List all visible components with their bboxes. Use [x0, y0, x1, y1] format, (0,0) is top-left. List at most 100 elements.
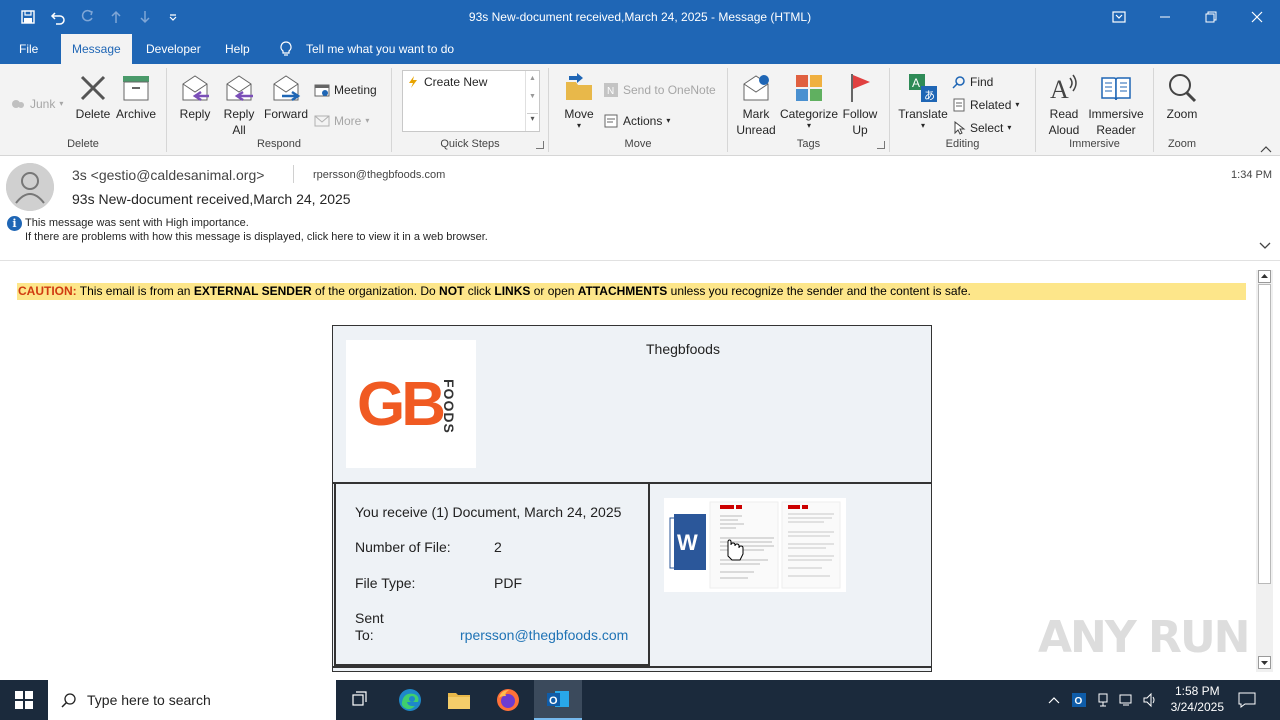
show-hidden-icons[interactable]: [1044, 690, 1064, 710]
delete-button[interactable]: Delete: [73, 72, 113, 122]
task-view-icon: [352, 691, 367, 706]
collapse-ribbon-icon[interactable]: [1260, 142, 1272, 156]
select-cursor-icon: [954, 121, 966, 135]
reply-all-label-1: Reply: [223, 107, 255, 121]
caution-text-5: unless you recognize the sender and the …: [667, 284, 971, 298]
edge-button[interactable]: [386, 680, 434, 720]
notifications-icon[interactable]: [1237, 690, 1257, 710]
file-explorer-button[interactable]: [435, 680, 483, 720]
junk-button[interactable]: Junk ▾: [10, 94, 63, 114]
reply-all-button[interactable]: Reply All: [220, 72, 258, 138]
translate-icon: Aあ: [907, 72, 939, 104]
caution-text-1: This email is from an: [76, 284, 194, 298]
document-preview-image[interactable]: W: [664, 498, 846, 592]
find-button[interactable]: Find: [952, 72, 993, 92]
mark-unread-button[interactable]: Mark Unread: [736, 72, 776, 138]
svg-text:あ: あ: [924, 89, 935, 102]
translate-button[interactable]: Aあ Translate ▾: [896, 72, 950, 130]
network-icon[interactable]: [1116, 690, 1136, 710]
meeting-icon: [314, 84, 330, 97]
archive-button[interactable]: Archive: [114, 72, 158, 122]
view-in-browser-notice[interactable]: If there are problems with how this mess…: [25, 231, 488, 243]
taskbar-search[interactable]: Type here to search: [48, 680, 336, 720]
create-new-quick-step[interactable]: Create New: [407, 75, 487, 89]
archive-label: Archive: [115, 107, 156, 121]
title-bar: 93s New-document received,March 24, 2025…: [0, 0, 1280, 34]
svg-text:A: A: [912, 76, 920, 90]
follow-up-label-2: Up: [852, 123, 868, 137]
delete-group: Junk ▾ Delete Archive Delete: [0, 68, 167, 152]
tab-developer[interactable]: Developer: [135, 34, 212, 64]
recipient[interactable]: rpersson@thegbfoods.com: [313, 169, 445, 181]
junk-icon: [12, 100, 24, 108]
message-scrollbar[interactable]: [1256, 270, 1273, 672]
forward-button[interactable]: Forward: [263, 72, 309, 122]
search-icon: [61, 693, 76, 708]
tab-message[interactable]: Message: [61, 34, 132, 64]
follow-up-button[interactable]: Follow Up: [840, 72, 880, 138]
tab-help[interactable]: Help: [214, 34, 261, 64]
scroll-down-arrow[interactable]: [1258, 656, 1271, 669]
reply-button[interactable]: Reply: [177, 72, 213, 122]
windows-taskbar: Type here to search O O 1:58 PM 3/24/202…: [0, 680, 1280, 720]
caution-attachments: ATTACHMENTS: [577, 284, 668, 298]
avatar: [6, 163, 54, 211]
start-button[interactable]: [0, 680, 48, 720]
read-aloud-label-2: Aloud: [1048, 123, 1080, 137]
edge-icon: [399, 689, 421, 711]
related-button[interactable]: Related ▾: [952, 95, 1019, 115]
sender[interactable]: 3s <gestio@caldesanimal.org>: [72, 167, 264, 183]
caution-banner: CAUTION: This email is from an EXTERNAL …: [17, 283, 1246, 300]
onenote-icon: N: [604, 83, 618, 97]
usb-device-icon[interactable]: [1093, 690, 1113, 710]
ribbon-tabs: File Message Developer Help Tell me what…: [0, 34, 1280, 64]
outlook-tray-icon[interactable]: O: [1069, 690, 1089, 710]
minimize-button[interactable]: [1142, 0, 1188, 34]
related-label: Related: [970, 98, 1012, 112]
outlook-button[interactable]: O: [534, 680, 582, 720]
lightning-icon: [409, 76, 417, 88]
tell-me-search[interactable]: Tell me what you want to do: [295, 34, 465, 64]
editing-group-label: Editing: [945, 138, 980, 150]
meeting-button[interactable]: Meeting: [314, 80, 377, 100]
windows-logo-icon: [15, 691, 33, 709]
firefox-button[interactable]: [484, 680, 532, 720]
number-of-file-value: 2: [494, 539, 502, 555]
tags-launcher-icon[interactable]: [877, 141, 885, 149]
categorize-button[interactable]: Categorize ▾: [780, 72, 838, 130]
select-button[interactable]: Select ▾: [952, 118, 1011, 138]
categorize-icon: [793, 72, 825, 104]
magnifier-icon: [1166, 72, 1198, 104]
anyrun-watermark: ANY RUN: [1038, 612, 1250, 663]
read-aloud-button[interactable]: A Read Aloud: [1044, 72, 1084, 138]
mark-unread-label-1: Mark: [742, 107, 770, 121]
close-button[interactable]: [1234, 0, 1280, 34]
zoom-group-label: Zoom: [1167, 138, 1197, 150]
quick-steps-scroll[interactable]: ▲ ▼ ▾: [525, 71, 539, 131]
zoom-button[interactable]: Zoom: [1162, 72, 1202, 122]
sent-to-link[interactable]: rpersson@thegbfoods.com: [460, 627, 628, 643]
tab-file[interactable]: File: [8, 34, 49, 64]
mark-unread-label-2: Unread: [736, 123, 776, 137]
more-respond-button[interactable]: More ▾: [314, 111, 369, 131]
quick-steps-launcher-icon[interactable]: [536, 141, 544, 149]
system-clock[interactable]: 1:58 PM 3/24/2025: [1171, 683, 1224, 715]
restore-button[interactable]: [1188, 0, 1234, 34]
find-label: Find: [970, 75, 994, 89]
actions-button[interactable]: Actions ▾: [603, 111, 670, 131]
scroll-up-arrow[interactable]: [1258, 270, 1271, 283]
forward-label: Forward: [263, 107, 308, 121]
categorize-label: Categorize: [780, 107, 839, 121]
tags-group: Mark Unread Categorize ▾ Follow Up Tags: [728, 68, 890, 152]
expand-header-icon[interactable]: [1259, 239, 1271, 253]
actions-label: Actions: [623, 114, 663, 128]
task-view-button[interactable]: [336, 680, 384, 720]
immersive-reader-button[interactable]: Immersive Reader: [1086, 72, 1146, 138]
move-button[interactable]: Move ▾: [559, 72, 599, 130]
volume-icon[interactable]: [1140, 690, 1160, 710]
send-to-onenote-button[interactable]: N Send to OneNote: [603, 80, 716, 100]
ribbon-display-options-icon[interactable]: [1096, 0, 1142, 34]
immersive-reader-label-1: Immersive: [1088, 107, 1144, 121]
zoom-label: Zoom: [1166, 107, 1198, 121]
scroll-thumb[interactable]: [1258, 284, 1271, 584]
